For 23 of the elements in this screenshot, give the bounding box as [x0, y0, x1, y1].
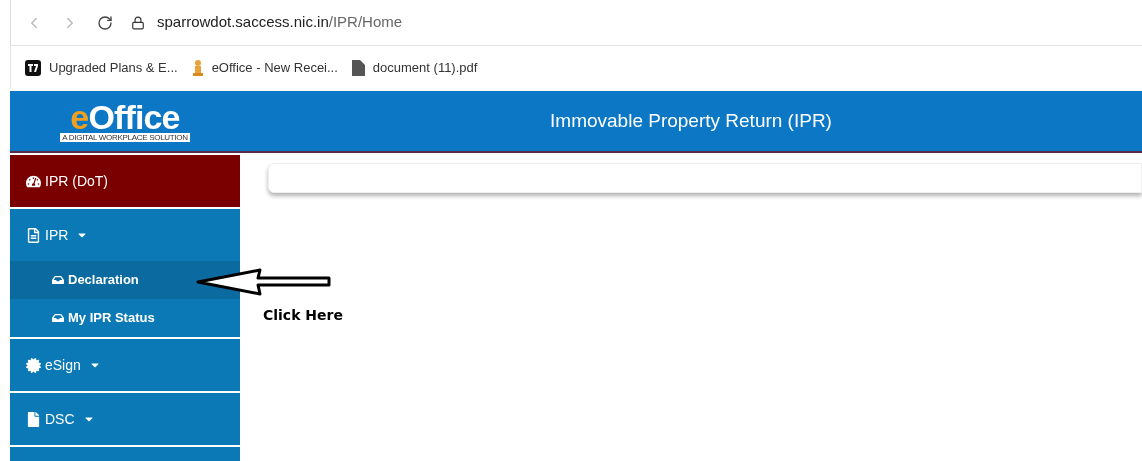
address-field[interactable]: sparrowdot.saccess.nic.in/IPR/Home — [157, 11, 403, 34]
bookmark-link[interactable]: document (11).pdf — [372, 57, 478, 78]
file-icon — [351, 59, 365, 76]
lock-icon — [131, 15, 145, 30]
submenu-item[interactable]: Declaration — [10, 261, 240, 299]
click-here-label: Click Here — [263, 306, 343, 325]
inbox-icon — [52, 274, 64, 286]
inbox-icon — [52, 312, 64, 324]
document-icon — [26, 227, 41, 243]
sidebar-item[interactable]: eSign — [10, 339, 240, 391]
app-logo-icon — [25, 59, 41, 76]
bookmark-link[interactable]: Upgraded Plans & E... — [49, 57, 178, 78]
bookmark-link[interactable]: eOffice - New Recei... — [211, 57, 338, 78]
file-icon — [26, 411, 41, 427]
reload-icon[interactable] — [97, 14, 113, 31]
sidebar-item[interactable]: DSC — [10, 393, 240, 445]
eoffice-logo: eOffice A DIGITAL WORKPLACE SOLUTION — [60, 100, 190, 142]
badge-icon — [26, 357, 41, 373]
sidebar-item[interactable]: IPR (DoT) — [10, 155, 240, 207]
emblem-icon — [191, 58, 204, 77]
sidebar-item[interactable]: IPR — [10, 209, 240, 261]
gauge-icon — [26, 173, 41, 189]
page-title: Immovable Property Return (IPR) — [550, 108, 832, 133]
